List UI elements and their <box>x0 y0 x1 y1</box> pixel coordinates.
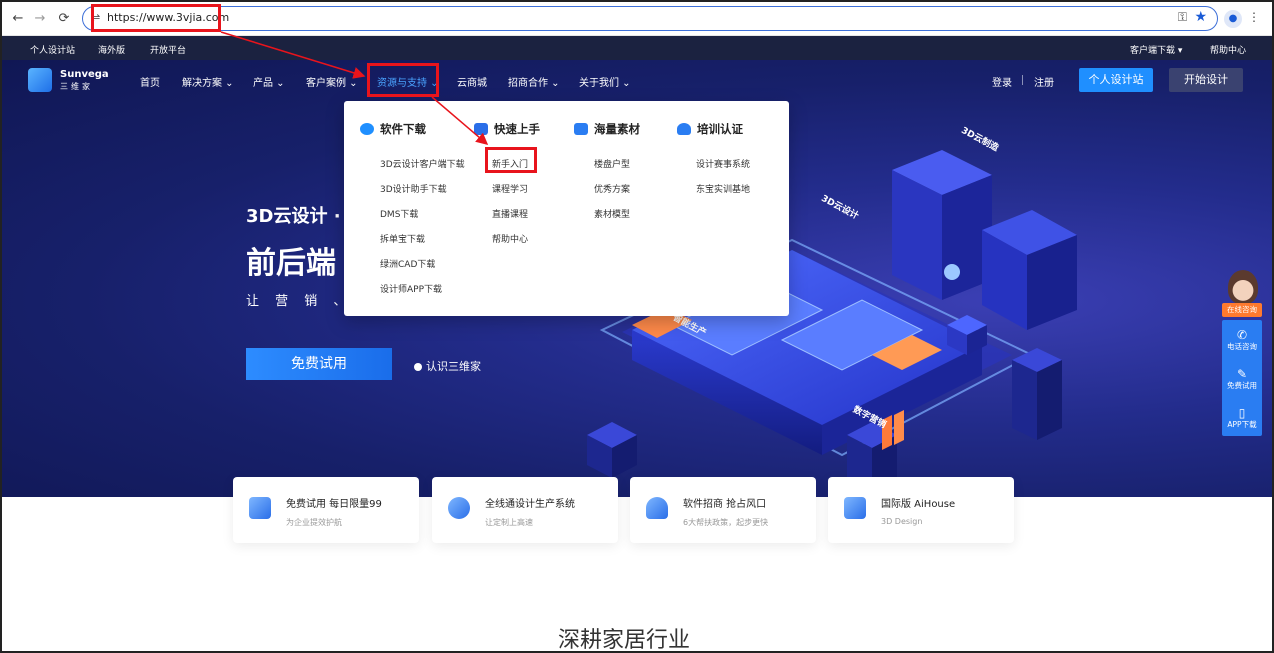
annotation-arrow-2 <box>431 96 489 145</box>
screenshot-frame: ← → ⟳ ⇌ https://www.3vjia.com ⚿ ★ ● ⋮ 个人… <box>0 0 1274 653</box>
annotation-arrows <box>220 31 489 145</box>
annotation-arrow-1 <box>220 31 366 79</box>
